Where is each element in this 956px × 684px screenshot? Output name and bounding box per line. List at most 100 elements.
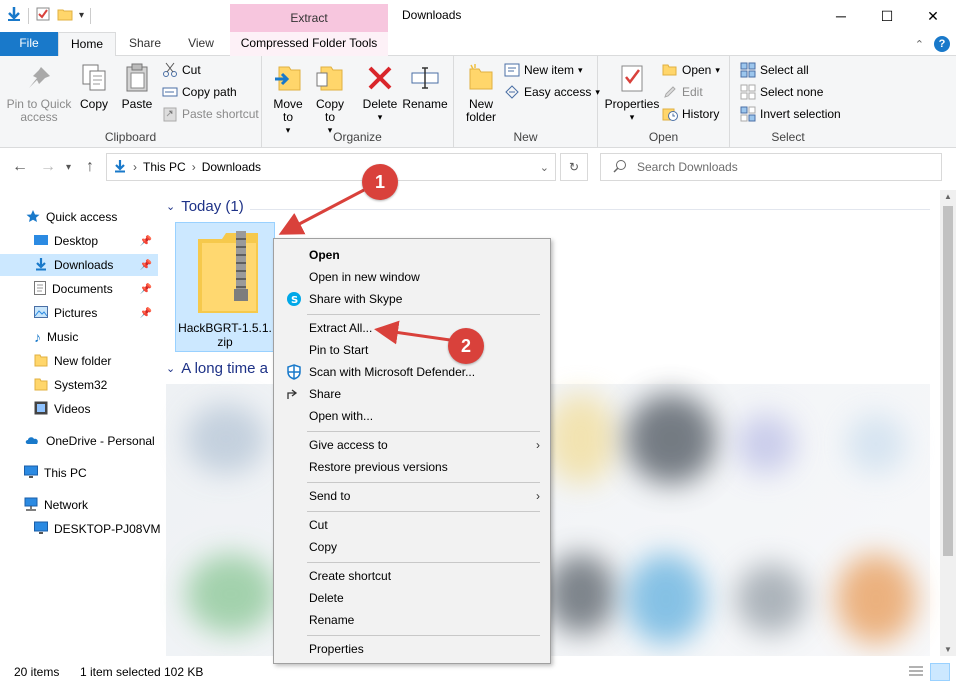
menu-item-open-new-window[interactable]: Open in new window (276, 266, 548, 288)
scrollbar-thumb[interactable] (943, 206, 953, 556)
tab-compressed-folder-tools[interactable]: Compressed Folder Tools (230, 32, 388, 56)
pin-quick-access-button[interactable]: Pin to Quick access (6, 62, 72, 124)
pin-icon[interactable]: 📌 (140, 284, 152, 295)
properties-qat-icon[interactable] (35, 6, 51, 25)
menu-item-copy[interactable]: Copy (276, 536, 548, 558)
menu-item-restore-versions[interactable]: Restore previous versions (276, 456, 548, 478)
refresh-button[interactable]: ↻ (560, 153, 588, 181)
menu-item-open[interactable]: Open (276, 244, 548, 266)
move-to-button[interactable]: Move to ▾ (270, 62, 306, 137)
group-divider (250, 209, 930, 210)
menu-item-create-shortcut[interactable]: Create shortcut (276, 565, 548, 587)
group-header-today[interactable]: ⌄ Today (1) (166, 198, 244, 215)
tab-share[interactable]: Share (120, 32, 170, 56)
address-bar[interactable]: › This PC › Downloads ⌄ (106, 153, 556, 181)
nav-label: Quick access (46, 210, 118, 224)
folder-icon (34, 353, 48, 370)
menu-item-cut[interactable]: Cut (276, 514, 548, 536)
nav-item-system32[interactable]: System32 (0, 374, 158, 396)
open-group-label: Open (648, 130, 679, 144)
cut-label: Cut (182, 63, 201, 77)
scroll-up-icon[interactable]: ▲ (944, 192, 952, 201)
pin-icon[interactable]: 📌 (140, 308, 152, 319)
menu-item-rename[interactable]: Rename (276, 609, 548, 631)
details-view-icon[interactable] (908, 665, 924, 682)
menu-item-send-to[interactable]: Send to › (276, 485, 548, 507)
paste-button[interactable]: Paste (118, 62, 156, 111)
tab-view[interactable]: View (176, 32, 226, 56)
group-header-long-time-ago[interactable]: ⌄ A long time a (166, 360, 268, 377)
minimize-button[interactable]: ─ (818, 0, 864, 32)
menu-item-scan-defender[interactable]: Scan with Microsoft Defender... (276, 361, 548, 383)
easy-access-label: Easy access (524, 85, 592, 99)
move-to-icon (272, 62, 304, 94)
qat-dropdown-icon[interactable]: ▾ (79, 10, 84, 21)
new-folder-qat-icon[interactable] (57, 6, 73, 25)
pin-icon[interactable]: 📌 (140, 236, 152, 247)
menu-item-share[interactable]: Share (276, 383, 548, 405)
nav-item-desktop-pc[interactable]: DESKTOP-PJ08VM9 (0, 518, 167, 540)
menu-item-open-with[interactable]: Open with... (276, 405, 548, 427)
cut-button[interactable]: Cut (162, 60, 201, 80)
back-arrow-icon[interactable]: ← (12, 158, 28, 176)
new-folder-label: New folder (465, 97, 497, 124)
nav-item-downloads[interactable]: Downloads 📌 (0, 254, 158, 276)
breadcrumb-downloads[interactable]: Downloads (202, 160, 261, 174)
tab-home[interactable]: Home (58, 32, 116, 57)
collapse-ribbon-icon[interactable]: ⌃ (915, 38, 924, 51)
menu-separator (307, 431, 540, 432)
large-icons-view-icon[interactable] (930, 663, 950, 681)
nav-item-new-folder[interactable]: New folder (0, 350, 158, 372)
delete-label: Delete (362, 97, 398, 111)
nav-item-videos[interactable]: Videos (0, 398, 158, 420)
nav-item-desktop[interactable]: Desktop 📌 (0, 230, 158, 252)
nav-item-onedrive[interactable]: OneDrive - Personal (0, 430, 158, 452)
invert-selection-button[interactable]: Invert selection (740, 104, 841, 124)
nav-item-music[interactable]: ♪ Music (0, 326, 158, 348)
select-all-button[interactable]: Select all (740, 60, 809, 80)
history-label: History (682, 107, 720, 121)
forward-arrow-icon[interactable]: → (40, 158, 56, 176)
rename-button[interactable]: Rename (402, 62, 448, 111)
menu-item-give-access[interactable]: Give access to › (276, 434, 548, 456)
new-folder-button[interactable]: New folder (460, 62, 502, 124)
menu-item-pin-to-start[interactable]: Pin to Start (276, 339, 548, 361)
maximize-button[interactable]: ☐ (864, 0, 910, 32)
nav-item-quick-access[interactable]: Quick access (0, 206, 158, 228)
open-button[interactable]: Open ▾ (662, 60, 720, 80)
paste-shortcut-button[interactable]: Paste shortcut (162, 104, 259, 124)
pin-icon[interactable]: 📌 (140, 260, 152, 271)
scroll-down-icon[interactable]: ▼ (944, 645, 952, 654)
easy-access-button[interactable]: Easy access ▾ (504, 82, 600, 102)
address-dropdown-icon[interactable]: ⌄ (540, 161, 549, 174)
delete-button[interactable]: Delete ▾ (360, 62, 400, 124)
menu-item-extract-all[interactable]: Extract All... (276, 317, 548, 339)
menu-item-properties[interactable]: Properties (276, 638, 548, 660)
breadcrumb-this-pc[interactable]: This PC (143, 160, 186, 174)
new-item-button[interactable]: New item ▾ (504, 60, 583, 80)
edit-button[interactable]: Edit (662, 82, 703, 102)
history-button[interactable]: History (662, 104, 719, 124)
recent-locations-icon[interactable]: ▾ (66, 162, 71, 173)
up-arrow-icon[interactable]: ↑ (86, 158, 94, 176)
menu-item-delete[interactable]: Delete (276, 587, 548, 609)
help-icon[interactable]: ? (934, 36, 950, 52)
copy-path-button[interactable]: Copy path (162, 82, 237, 102)
file-item-selected[interactable]: HackBGRT-1.5.1.zip (175, 222, 275, 352)
select-none-button[interactable]: Select none (740, 82, 823, 102)
properties-button[interactable]: Properties ▾ (604, 62, 660, 124)
nav-item-pictures[interactable]: Pictures 📌 (0, 302, 158, 324)
nav-item-this-pc[interactable]: This PC (0, 462, 158, 484)
skype-icon: S (286, 291, 302, 307)
nav-item-network[interactable]: Network (0, 494, 158, 516)
copy-to-button[interactable]: Copy to ▾ (312, 62, 348, 137)
tab-file[interactable]: File (0, 32, 58, 56)
close-button[interactable]: ✕ (910, 0, 956, 32)
copy-button[interactable]: Copy (76, 62, 112, 111)
menu-item-share-skype[interactable]: S Share with Skype (276, 288, 548, 310)
vertical-scrollbar[interactable]: ▲ ▼ (940, 190, 956, 656)
search-box[interactable]: Search Downloads (600, 153, 942, 181)
contextual-tab-group-label: Extract (230, 4, 388, 32)
pin-quick-access-label: Pin to Quick access (6, 97, 72, 124)
nav-item-documents[interactable]: Documents 📌 (0, 278, 158, 300)
